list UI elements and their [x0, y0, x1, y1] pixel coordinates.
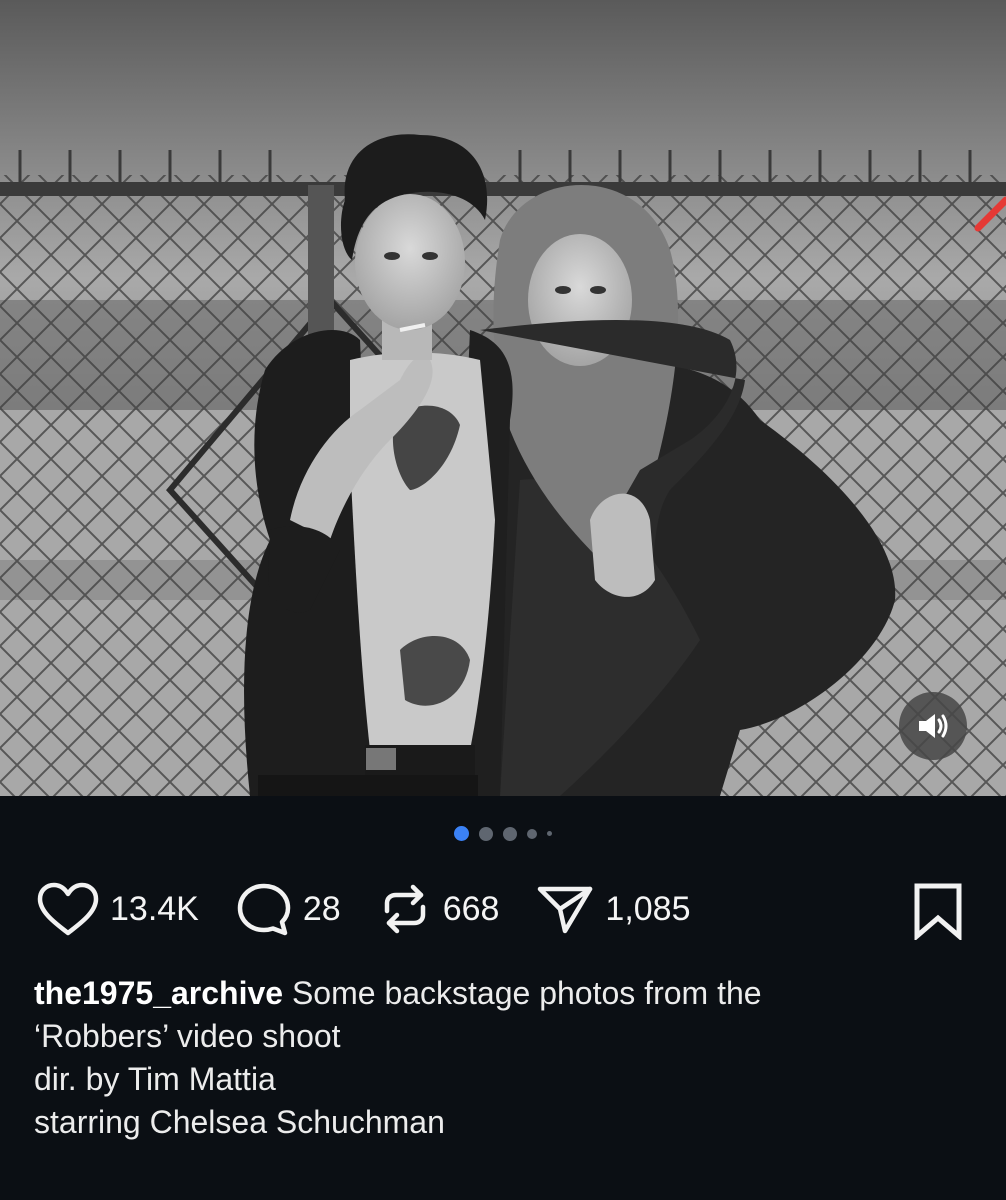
- carousel-indicator: [0, 826, 1006, 841]
- like-button[interactable]: 13.4K: [36, 881, 199, 937]
- share-count: 1,085: [605, 889, 691, 928]
- heart-icon: [36, 881, 100, 937]
- post-action-bar: 13.4K 28 668 1,085: [36, 876, 970, 942]
- carousel-dot-5: [547, 831, 552, 836]
- post-photo: [0, 0, 1006, 796]
- comment-count: 28: [302, 889, 341, 928]
- caption-text-line3: dir. by Tim Mattia: [34, 1061, 276, 1097]
- like-count: 13.4K: [110, 889, 199, 928]
- carousel-dot-1: [454, 826, 469, 841]
- speaker-icon: [919, 714, 948, 738]
- repost-button[interactable]: 668: [377, 881, 500, 937]
- sound-toggle-button[interactable]: [899, 692, 967, 760]
- comment-bubble-icon: [235, 881, 293, 937]
- caption-first-line: the1975_archive Some backstage photos fr…: [34, 972, 964, 1015]
- carousel-dot-4: [527, 828, 537, 839]
- caption-text-line2: ‘Robbers’ video shoot: [34, 1018, 341, 1054]
- caption-text-line1: Some backstage photos from the: [291, 975, 762, 1011]
- comment-button[interactable]: 28: [235, 881, 341, 937]
- carousel-dot-2: [479, 826, 493, 841]
- bookmark-icon: [914, 883, 962, 942]
- paper-plane-icon: [535, 881, 595, 937]
- post-media[interactable]: [0, 0, 1006, 796]
- carousel-dot-3: [503, 826, 517, 841]
- repost-count: 668: [442, 889, 500, 928]
- post-username[interactable]: the1975_archive: [34, 975, 283, 1011]
- repost-arrows-icon: [377, 881, 433, 937]
- caption-text-line4: starring Chelsea Schuchman: [34, 1104, 445, 1140]
- share-button[interactable]: 1,085: [535, 881, 691, 937]
- bookmark-button[interactable]: [912, 882, 964, 945]
- post-caption: the1975_archive Some backstage photos fr…: [34, 972, 964, 1144]
